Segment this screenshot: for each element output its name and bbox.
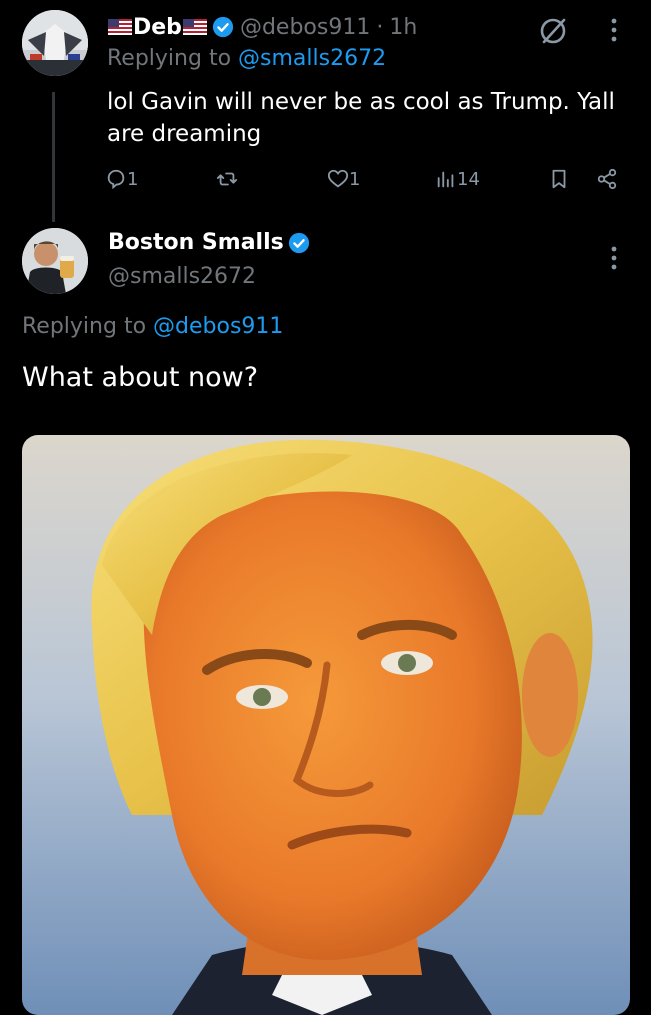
us-flag-icon (182, 19, 207, 35)
reply-button[interactable]: 1 (105, 164, 138, 194)
views-count: 14 (457, 168, 480, 190)
verified-badge-icon (212, 16, 234, 38)
portrait-photo (22, 435, 630, 1015)
tweet1-replying-prefix: Replying to (107, 46, 232, 71)
heart-icon (327, 169, 349, 188)
tweet1-display-name[interactable]: Deb (133, 15, 182, 40)
avatar-boston-smalls[interactable] (22, 228, 88, 294)
like-button[interactable]: 1 (327, 164, 360, 194)
tweet1-time[interactable]: 1h (389, 15, 417, 40)
tweet1-replying-line: Replying to @smalls2672 (107, 46, 386, 71)
bookmark-icon (552, 169, 566, 189)
tweet2-name-row: Boston Smalls (108, 230, 316, 255)
tweet2-display-name[interactable]: Boston Smalls (108, 230, 284, 255)
more-vertical-icon[interactable] (604, 240, 624, 276)
views-button[interactable]: 14 (435, 164, 480, 194)
verified-badge-icon (288, 232, 309, 253)
reply-icon (107, 169, 125, 190)
like-count: 1 (349, 168, 361, 190)
tweet2-text: What about now? (22, 362, 259, 393)
more-vertical-icon[interactable] (604, 12, 624, 48)
tweet2-replying-line: Replying to @debos911 (22, 314, 283, 339)
tweet2-media-image[interactable] (22, 435, 630, 1015)
tweet1-handle[interactable]: @debos911 (240, 15, 370, 40)
thread-line (52, 92, 55, 222)
share-button[interactable] (596, 164, 618, 194)
tweet2-handle[interactable]: @smalls2672 (108, 264, 256, 289)
tweet2-replying-to-link[interactable]: @debos911 (153, 314, 283, 339)
avatar-deb-image (22, 10, 88, 76)
tweet2-replying-prefix: Replying to (22, 314, 147, 339)
avatar-deb[interactable] (22, 10, 88, 76)
share-icon (597, 168, 617, 190)
views-chart-icon (437, 171, 454, 188)
grok-icon[interactable] (536, 12, 572, 48)
us-flag-icon (108, 19, 132, 35)
retweet-button[interactable] (216, 164, 238, 194)
avatar-boston-smalls-image (22, 228, 88, 294)
bookmark-button[interactable] (548, 164, 570, 194)
tweet1-replying-to-link[interactable]: @smalls2672 (238, 46, 386, 71)
retweet-icon (216, 172, 238, 186)
reply-count: 1 (127, 168, 139, 190)
tweet1-separator: · (376, 14, 384, 40)
tweet1-header: Deb @debos911 · 1h (107, 10, 417, 44)
tweet1-text: lol Gavin will never be as cool as Trump… (107, 89, 615, 147)
